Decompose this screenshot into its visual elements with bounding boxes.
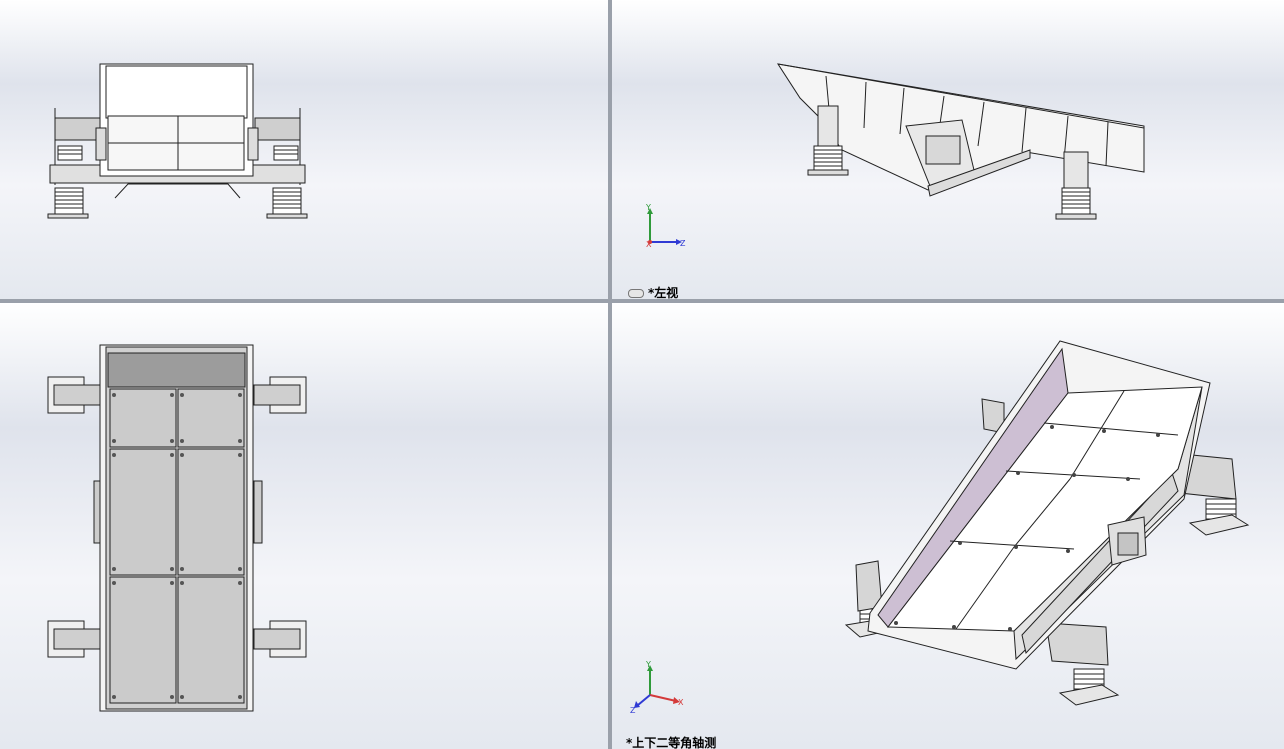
front-view-viewport[interactable] xyxy=(0,0,608,299)
triad-y-label: Y xyxy=(645,203,651,212)
top-view-drawing xyxy=(47,344,307,712)
view-link-icon xyxy=(628,289,644,298)
view-name-left: *左视 xyxy=(628,284,678,299)
axis-triad xyxy=(647,208,682,245)
right-leg xyxy=(1063,151,1089,189)
motor-right xyxy=(253,480,263,544)
right-support-bracket xyxy=(254,117,301,141)
left-view-drawing: Y Z X xyxy=(645,63,1145,249)
left-view-viewport[interactable]: Y Z X *左视 xyxy=(612,0,1284,299)
view-name-isometric: *上下二等角轴测 xyxy=(626,734,716,749)
feed-end-plate xyxy=(107,352,246,388)
axis-triad xyxy=(634,665,680,708)
view-name-left-text: *左视 xyxy=(648,286,679,299)
right-spring xyxy=(1055,187,1097,220)
triad-z-label: Z xyxy=(680,239,686,248)
front-view-drawing xyxy=(47,63,308,219)
bracket-bottom-right xyxy=(253,620,307,658)
triad-z-label: Z xyxy=(630,706,636,715)
view-name-isometric-text: *上下二等角轴测 xyxy=(626,736,717,749)
left-leg xyxy=(817,105,839,147)
spring-front-right xyxy=(1058,668,1120,706)
bracket-top-right xyxy=(253,376,307,414)
triad-x-label: X xyxy=(646,240,652,249)
triad-y-label: Y xyxy=(645,660,651,669)
triad-x-label: X xyxy=(678,698,684,707)
spring-rear-right xyxy=(1188,498,1250,536)
bracket-bottom-left xyxy=(47,620,101,658)
right-spring-upper xyxy=(273,145,299,161)
right-spring xyxy=(266,187,308,219)
left-spring xyxy=(47,187,89,219)
isometric-view-drawing: Y X Z xyxy=(630,340,1250,715)
left-spring-upper xyxy=(57,145,83,161)
left-spring xyxy=(807,145,849,176)
top-view-viewport[interactable] xyxy=(0,303,608,749)
left-support-bracket xyxy=(54,117,101,141)
isometric-view-viewport[interactable]: Y X Z *上下二等角轴测 xyxy=(612,303,1284,749)
bracket-top-left xyxy=(47,376,101,414)
